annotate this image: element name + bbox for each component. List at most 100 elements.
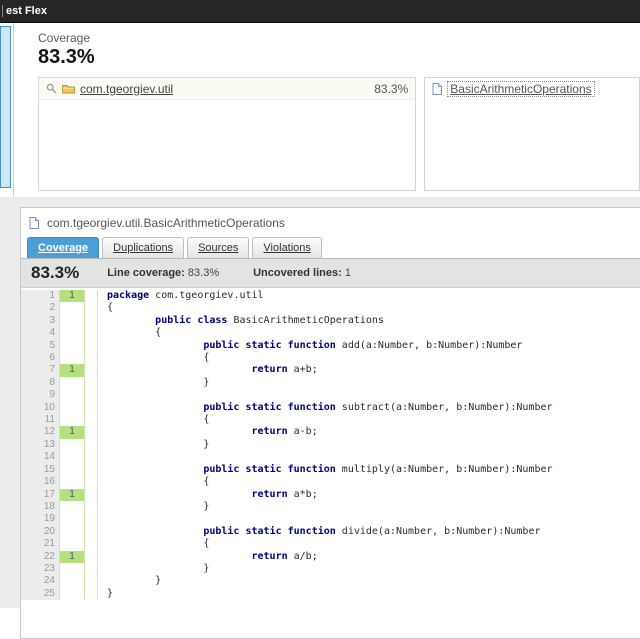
code-line: 2{ xyxy=(21,302,640,314)
coverage-hits-cell xyxy=(60,315,85,327)
code-text: { xyxy=(98,327,640,339)
line-number: 4 xyxy=(21,327,60,339)
line-coverage-label: Line coverage: xyxy=(107,267,185,279)
line-number: 17 xyxy=(21,489,60,501)
duplication-cell xyxy=(85,501,98,513)
code-text: return a-b; xyxy=(98,426,640,438)
tab-violations[interactable]: Violations xyxy=(252,237,322,258)
code-text: return a+b; xyxy=(98,364,640,376)
tab-sources[interactable]: Sources xyxy=(187,237,249,258)
code-line: 10 public static function subtract(a:Num… xyxy=(21,402,640,414)
coverage-metric-value: 83.3% xyxy=(38,46,640,69)
line-coverage-item: Line coverage: 83.3% xyxy=(107,267,219,279)
code-line: 23 } xyxy=(21,563,640,575)
coverage-hits-cell xyxy=(60,464,85,476)
duplication-cell xyxy=(85,439,98,451)
code-text: return a*b; xyxy=(98,489,640,501)
coverage-hits-cell xyxy=(60,402,85,414)
line-number: 5 xyxy=(21,340,60,352)
code-line: 121 return a-b; xyxy=(21,426,640,438)
duplication-cell xyxy=(85,575,98,587)
code-line: 24 } xyxy=(21,575,640,587)
search-icon[interactable] xyxy=(46,83,57,94)
coverage-hits-cell-covered: 1 xyxy=(60,364,85,376)
duplication-cell xyxy=(85,315,98,327)
source-code-table: 11package com.tgeorgiev.util2{3 public c… xyxy=(21,290,640,600)
duplication-cell xyxy=(85,476,98,488)
file-icon xyxy=(29,217,39,229)
file-link[interactable]: BasicArithmeticOperations xyxy=(447,81,594,97)
drilldown-panels: com.tgeorgiev.util 83.3% BasicArithmetic… xyxy=(38,77,640,191)
code-text: } xyxy=(98,439,640,451)
duplication-cell xyxy=(85,464,98,476)
line-number: 1 xyxy=(21,290,60,302)
code-text: { xyxy=(98,414,640,426)
file-detail-header: com.tgeorgiev.util.BasicArithmeticOperat… xyxy=(21,208,640,237)
code-line: 8 } xyxy=(21,377,640,389)
coverage-hits-cell xyxy=(60,588,85,600)
code-text: public static function multiply(a:Number… xyxy=(98,464,640,476)
duplication-cell xyxy=(85,290,98,302)
line-number: 16 xyxy=(21,476,60,488)
code-text: public static function add(a:Number, b:N… xyxy=(98,340,640,352)
duplication-cell xyxy=(85,551,98,563)
code-text xyxy=(98,513,640,525)
line-number: 18 xyxy=(21,501,60,513)
code-line: 14 xyxy=(21,451,640,463)
line-number: 11 xyxy=(21,414,60,426)
duplication-cell xyxy=(85,402,98,414)
line-coverage-value: 83.3% xyxy=(188,267,219,279)
coverage-hits-cell xyxy=(60,377,85,389)
package-coverage-value: 83.3% xyxy=(374,82,408,96)
line-number: 20 xyxy=(21,526,60,538)
left-accent-strip xyxy=(0,26,11,188)
code-text: { xyxy=(98,302,640,314)
code-text: } xyxy=(98,501,640,513)
code-text: { xyxy=(98,538,640,550)
code-line: 20 public static function divide(a:Numbe… xyxy=(21,526,640,538)
file-qualified-name: com.tgeorgiev.util.BasicArithmeticOperat… xyxy=(47,216,285,230)
uncovered-lines-item: Uncovered lines: 1 xyxy=(253,267,351,279)
duplication-cell xyxy=(85,327,98,339)
code-line: 25} xyxy=(21,588,640,600)
package-link[interactable]: com.tgeorgiev.util xyxy=(80,82,173,96)
line-number: 9 xyxy=(21,389,60,401)
duplication-cell xyxy=(85,538,98,550)
tab-coverage[interactable]: Coverage xyxy=(27,237,99,258)
uncovered-lines-value: 1 xyxy=(345,267,351,279)
coverage-hits-cell xyxy=(60,563,85,575)
code-text: { xyxy=(98,352,640,364)
line-number: 24 xyxy=(21,575,60,587)
code-line: 18 } xyxy=(21,501,640,513)
coverage-hits-cell xyxy=(60,538,85,550)
code-line: 21 { xyxy=(21,538,640,550)
line-number: 21 xyxy=(21,538,60,550)
coverage-hits-cell xyxy=(60,414,85,426)
code-line: 16 { xyxy=(21,476,640,488)
code-line: 15 public static function multiply(a:Num… xyxy=(21,464,640,476)
code-text xyxy=(98,451,640,463)
duplication-cell xyxy=(85,364,98,376)
line-number: 8 xyxy=(21,377,60,389)
coverage-hits-cell xyxy=(60,526,85,538)
duplication-cell xyxy=(85,389,98,401)
duplication-cell xyxy=(85,513,98,525)
code-line: 221 return a/b; xyxy=(21,551,640,563)
code-line: 4 { xyxy=(21,327,640,339)
code-line: 6 { xyxy=(21,352,640,364)
coverage-metric-label: Coverage xyxy=(38,31,640,45)
code-line: 5 public static function add(a:Number, b… xyxy=(21,340,640,352)
code-text xyxy=(98,389,640,401)
line-number: 3 xyxy=(21,315,60,327)
tab-duplications[interactable]: Duplications xyxy=(102,237,184,258)
coverage-summary-bar: 83.3% Line coverage: 83.3% Uncovered lin… xyxy=(21,258,640,288)
folder-icon xyxy=(62,84,75,94)
code-line: 13 } xyxy=(21,439,640,451)
topbar-title: est Flex xyxy=(6,5,47,17)
coverage-hits-cell xyxy=(60,575,85,587)
line-number: 14 xyxy=(21,451,60,463)
duplication-cell xyxy=(85,489,98,501)
line-number: 10 xyxy=(21,402,60,414)
coverage-hits-cell xyxy=(60,439,85,451)
line-number: 23 xyxy=(21,563,60,575)
